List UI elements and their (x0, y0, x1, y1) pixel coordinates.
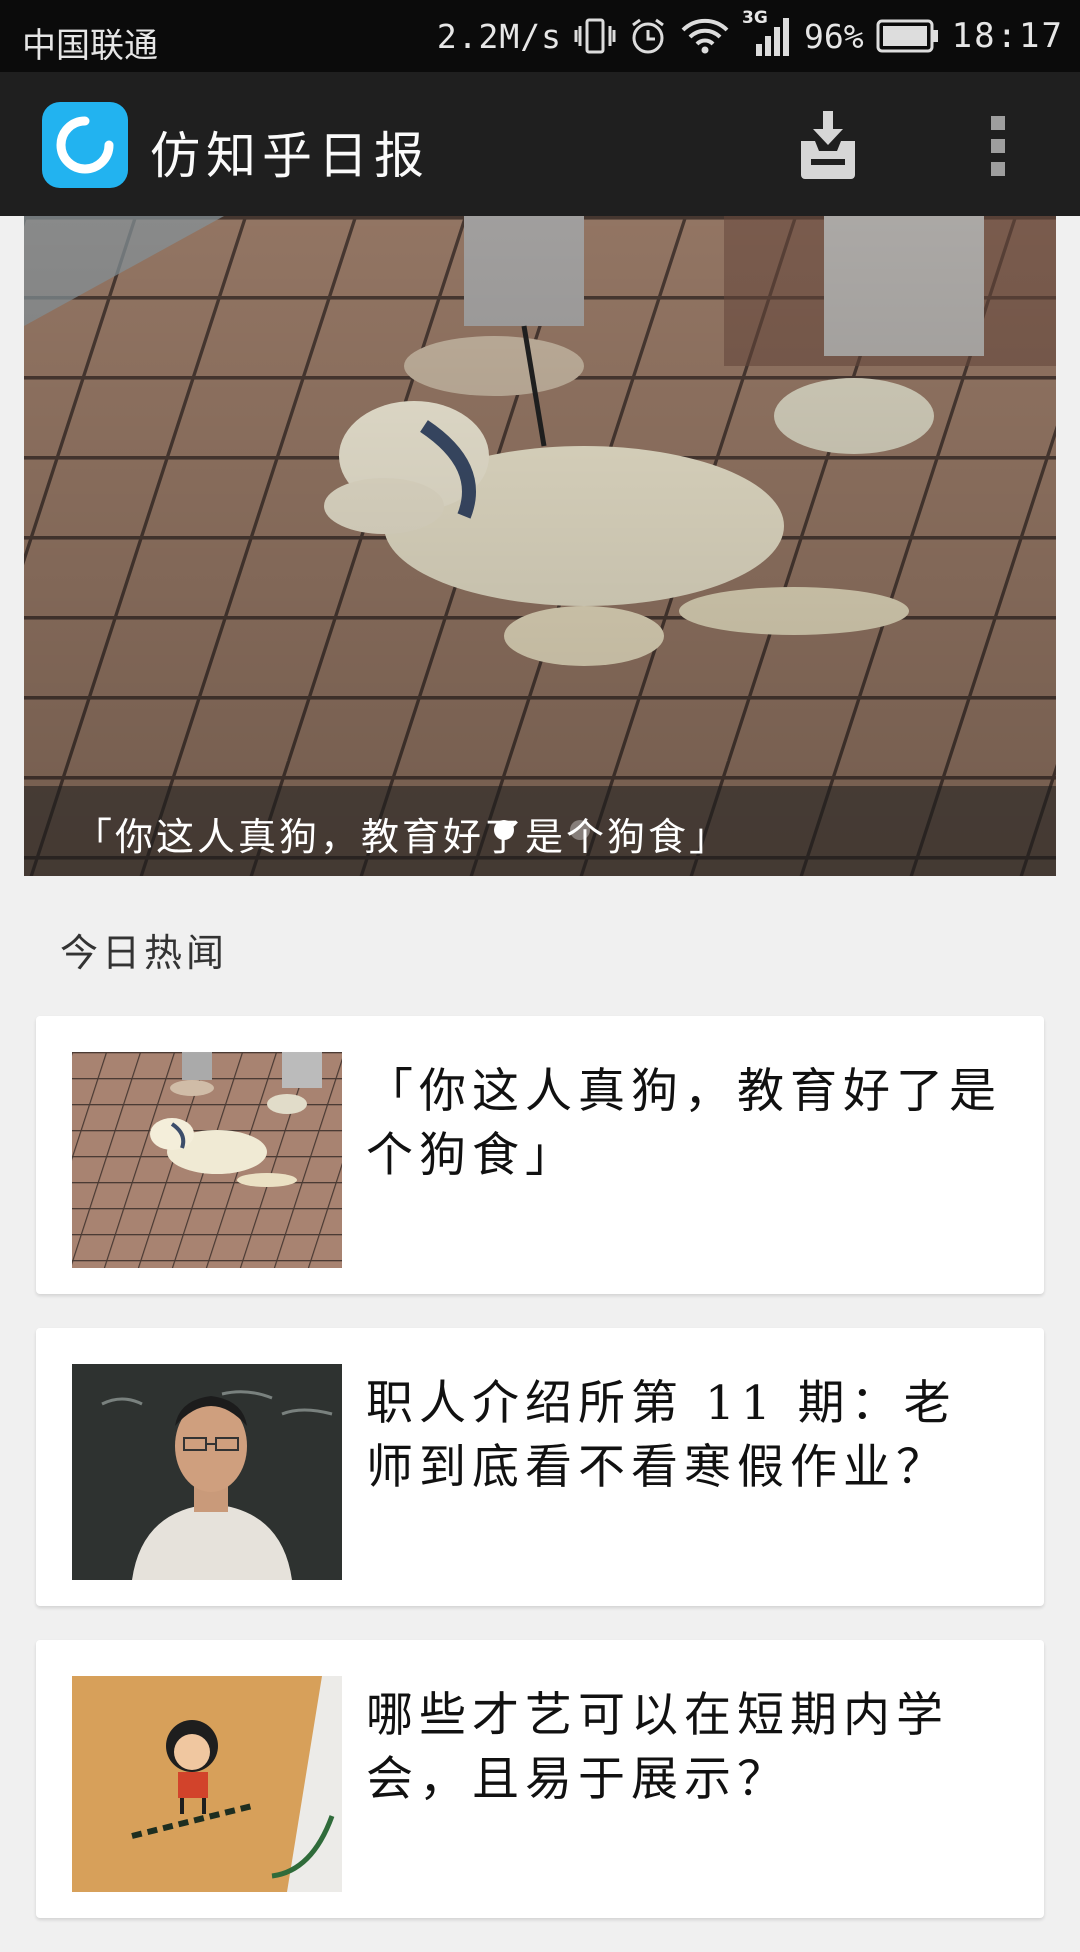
overflow-menu-button[interactable] (978, 108, 1018, 184)
app-bar: 仿知乎日报 (0, 72, 1080, 216)
story-card[interactable]: 「你这人真狗，教育好了是个狗食」 (36, 1016, 1044, 1294)
page-dot (570, 820, 590, 840)
network-type: 3G (742, 8, 768, 28)
overflow-menu-icon (991, 116, 1005, 130)
cork-coaster-image (72, 1676, 342, 1892)
alarm-icon (628, 16, 668, 56)
story-card[interactable]: 哪些才艺可以在短期内学会，且易于展示？ (36, 1640, 1044, 1918)
app-logo-icon (42, 102, 128, 188)
story-title: 哪些才艺可以在短期内学会，且易于展示？ (366, 1688, 949, 1807)
story-title: 「你这人真狗，教育好了是个狗食」 (366, 1064, 1002, 1183)
status-bar: 中国联通 2.2M/s 3G 96% 18:17 (0, 0, 1080, 72)
battery-icon (876, 18, 940, 54)
app-title: 仿知乎日报 (150, 127, 430, 185)
dog-on-tiles-image (24, 216, 1056, 876)
story-thumbnail (72, 1676, 342, 1892)
download-icon (801, 111, 855, 179)
overflow-dot (991, 162, 1005, 176)
overflow-dot (991, 139, 1005, 153)
banner-caption-bar: 「你这人真狗，教育好了是个狗食」 (24, 786, 1056, 876)
dog-on-tiles-image (72, 1052, 342, 1268)
wifi-icon (680, 16, 730, 56)
status-indicators: 2.2M/s 3G 96% 18:17 (436, 8, 1064, 58)
banner-page-indicator (494, 820, 590, 840)
story-list: 「你这人真狗，教育好了是个狗食」 职人介绍所第 11 期：老师到底看不看寒假作业… (36, 1016, 1044, 1952)
teacher-at-blackboard-image (72, 1364, 342, 1580)
vibrate-icon (574, 16, 616, 56)
network-speed: 2.2M/s (436, 16, 563, 56)
story-title: 职人介绍所第 11 期：老师到底看不看寒假作业？ (366, 1376, 957, 1495)
battery-percent: 96% (804, 16, 864, 56)
cell-signal-icon: 3G (742, 8, 792, 58)
story-thumbnail (72, 1052, 342, 1268)
story-card[interactable]: 职人介绍所第 11 期：老师到底看不看寒假作业？ (36, 1328, 1044, 1606)
story-thumbnail (72, 1364, 342, 1580)
clock: 18:17 (951, 16, 1064, 56)
carrier-name: 中国联通 (22, 26, 158, 66)
top-story-banner[interactable]: 「你这人真狗，教育好了是个狗食」 (24, 216, 1056, 876)
offline-download-button[interactable] (790, 106, 866, 186)
banner-caption: 「你这人真狗，教育好了是个狗食」 (74, 815, 731, 859)
section-title: 今日热闻 (60, 931, 229, 975)
page-dot-active (494, 820, 514, 840)
